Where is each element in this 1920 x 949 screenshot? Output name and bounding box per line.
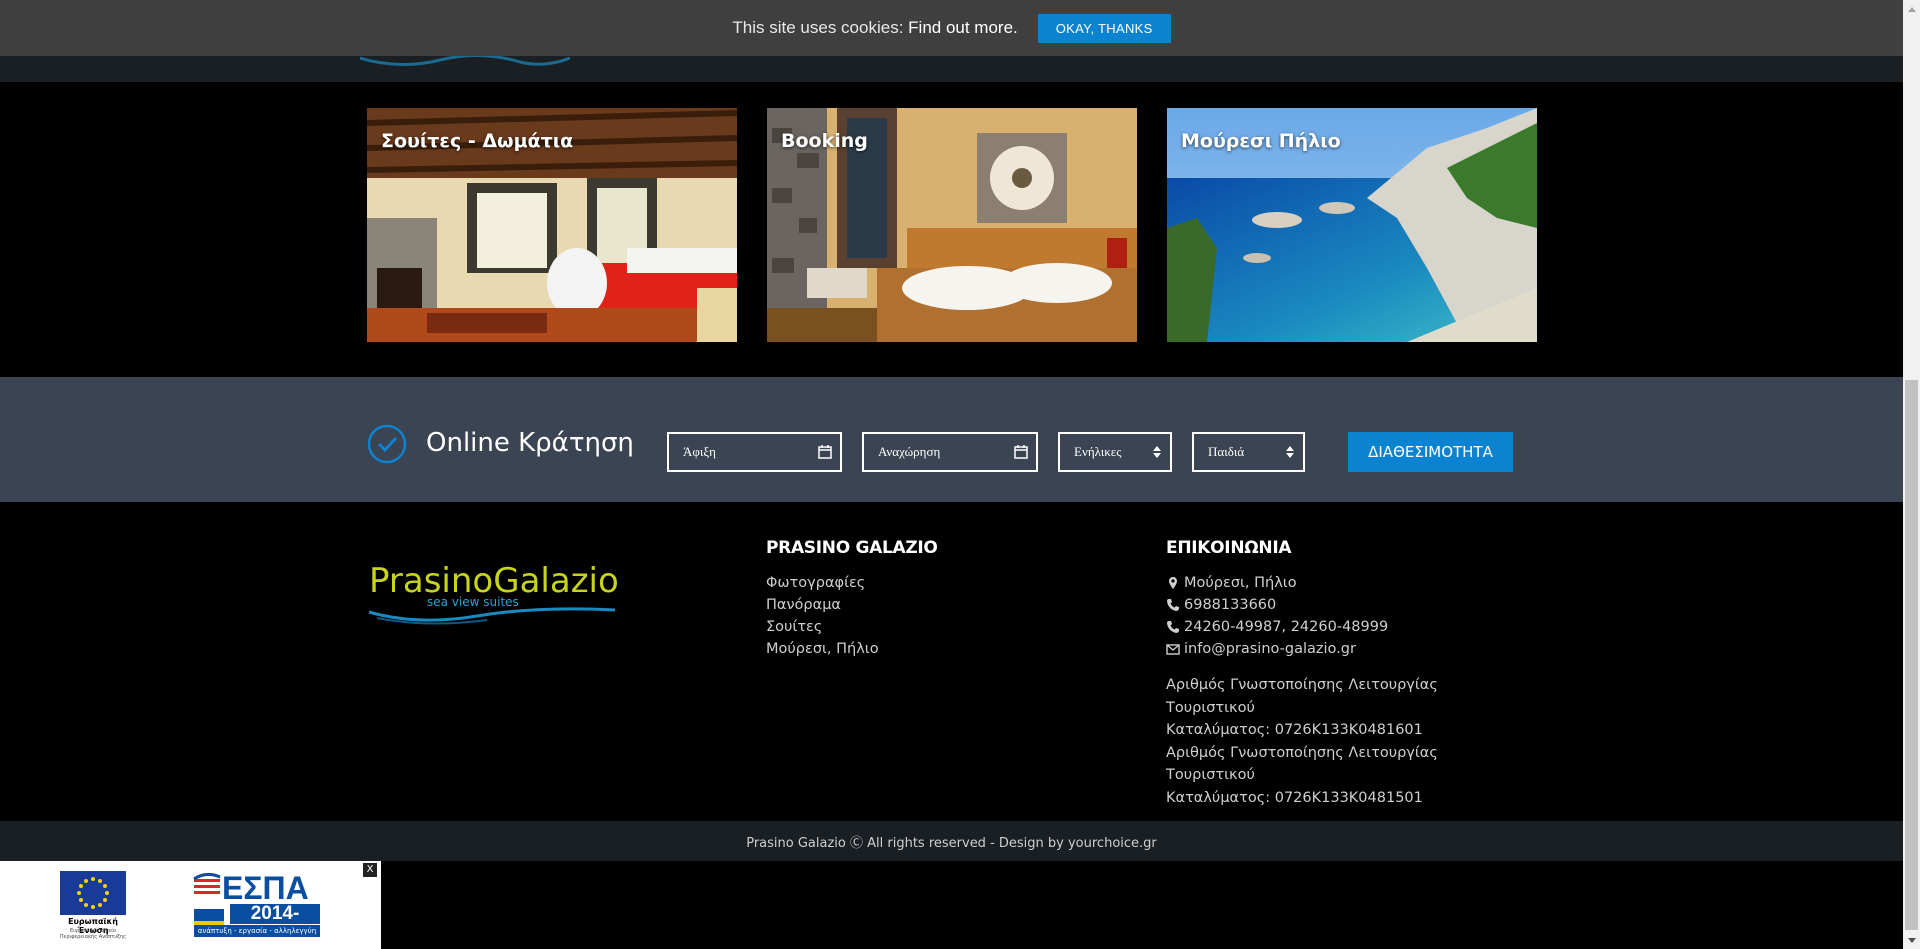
arrival-date-input[interactable]: Άφιξη: [667, 432, 842, 472]
eu-flag-icon: [60, 871, 126, 915]
footer-link-suites[interactable]: Σουίτες: [766, 616, 938, 638]
prasino-galazio-logo[interactable]: PrasinoGalazio sea view suites: [367, 560, 617, 630]
footer-link-photos[interactable]: Φωτογραφίες: [766, 572, 938, 594]
footer-contact-heading: ΕΠΙΚΟΙΝΩΝΙΑ: [1166, 538, 1292, 558]
espa-tagline: ανάπτυξη - εργασία - αλληλεγγύη: [194, 925, 320, 937]
card-location[interactable]: Μούρεσι Πήλιο: [1167, 108, 1537, 342]
contact-email[interactable]: info@prasino-galazio.gr: [1166, 638, 1526, 660]
sort-arrows-icon: [1286, 446, 1294, 458]
phone-icon: [1167, 621, 1179, 633]
children-select-value: Παιδιά: [1208, 444, 1245, 459]
card-title: Μούρεσι Πήλιο: [1181, 130, 1341, 152]
espa-title: ΕΣΠΑ: [222, 870, 309, 906]
copyright-text: Prasino Galazio Ⓒ All rights reserved - …: [746, 835, 1157, 851]
adults-select[interactable]: Ενήλικες: [1058, 432, 1172, 472]
logo-tagline: sea view suites: [427, 595, 519, 609]
sort-arrows-icon: [1153, 446, 1161, 458]
scroll-thumb[interactable]: [1905, 380, 1918, 930]
contact-address: Μούρεσι, Πήλιο: [1166, 572, 1526, 594]
card-suites[interactable]: Σουίτες - Δωμάτια: [367, 108, 737, 342]
adults-select-value: Ενήλικες: [1074, 444, 1122, 459]
copyright-bar: Prasino Galazio Ⓒ All rights reserved - …: [0, 821, 1903, 861]
scroll-down-arrow-icon[interactable]: [1903, 932, 1920, 949]
check-circle-icon: [367, 424, 407, 464]
cookie-accept-button[interactable]: OKAY, THANKS: [1037, 13, 1171, 43]
contact-mobile: 6988133660: [1166, 594, 1526, 616]
card-booking[interactable]: Booking: [767, 108, 1137, 342]
cookie-more-link[interactable]: Find out more.: [908, 18, 1018, 37]
envelope-icon: [1166, 644, 1180, 655]
license-numbers: Αριθμός Γνωστοποίησης Λειτουργίας Τουρισ…: [1166, 674, 1526, 809]
license-line: Αριθμός Γνωστοποίησης Λειτουργίας Τουρισ…: [1166, 677, 1438, 716]
map-marker-icon: [1169, 577, 1177, 589]
page-scrollbar[interactable]: [1903, 0, 1920, 949]
cookie-message: This site uses cookies: Find out more.: [732, 18, 1018, 37]
check-availability-button[interactable]: ΔΙΑΘΕΣΙΜΟΤΗΤΑ: [1348, 432, 1513, 472]
espa-years: 2014-2020: [230, 904, 320, 944]
license-line: Καταλύματος: 0726K133K0481501: [1166, 789, 1423, 806]
calendar-icon: [818, 445, 832, 459]
departure-date-placeholder: Αναχώρηση: [878, 444, 941, 459]
departure-date-input[interactable]: Αναχώρηση: [862, 432, 1038, 472]
license-line: Αριθμός Γνωστοποίησης Λειτουργίας Τουρισ…: [1166, 744, 1438, 784]
card-title: Σουίτες - Δωμάτια: [381, 130, 574, 152]
card-title: Booking: [781, 130, 868, 152]
espa-banner[interactable]: X Ευρωπαϊκή Ένωση Ευρωπαϊκό Ταμείο Περιφ…: [0, 861, 381, 949]
license-line: Καταλύματος: 0726K133K0481601: [1166, 722, 1423, 738]
footer-link-panorama[interactable]: Πανόραμα: [766, 594, 938, 616]
footer-links-column: PRASINO GALAZIO Φωτογραφίες Πανόραμα Σου…: [766, 538, 938, 660]
cookie-banner: This site uses cookies: Find out more. O…: [0, 0, 1903, 56]
children-select[interactable]: Παιδιά: [1192, 432, 1305, 472]
feature-cards: Σουίτες - Δωμάτια Booking Μούρεσι Πήλιο: [367, 108, 1537, 342]
close-icon[interactable]: X: [363, 863, 377, 877]
online-booking-bar: Online Κράτηση Άφιξη Αναχώρηση Ενήλικες …: [0, 377, 1903, 502]
arrival-date-placeholder: Άφιξη: [683, 444, 716, 459]
scroll-up-arrow-icon[interactable]: [1903, 0, 1920, 17]
eu-sub: Ευρωπαϊκό Ταμείο Περιφερειακής Ανάπτυξης: [59, 928, 127, 940]
footer-links-heading: PRASINO GALAZIO: [766, 538, 938, 558]
phone-icon: [1167, 599, 1179, 611]
footer-contact-column: ΕΠΙΚΟΙΝΩΝΙΑ Μούρεσι, Πήλιο 6988133660 24…: [1166, 538, 1526, 809]
contact-phones: 24260-49987, 24260-48999: [1166, 616, 1526, 638]
booking-title: Online Κράτηση: [426, 428, 634, 458]
calendar-icon: [1014, 445, 1028, 459]
footer-link-location[interactable]: Μούρεσι, Πήλιο: [766, 638, 938, 660]
